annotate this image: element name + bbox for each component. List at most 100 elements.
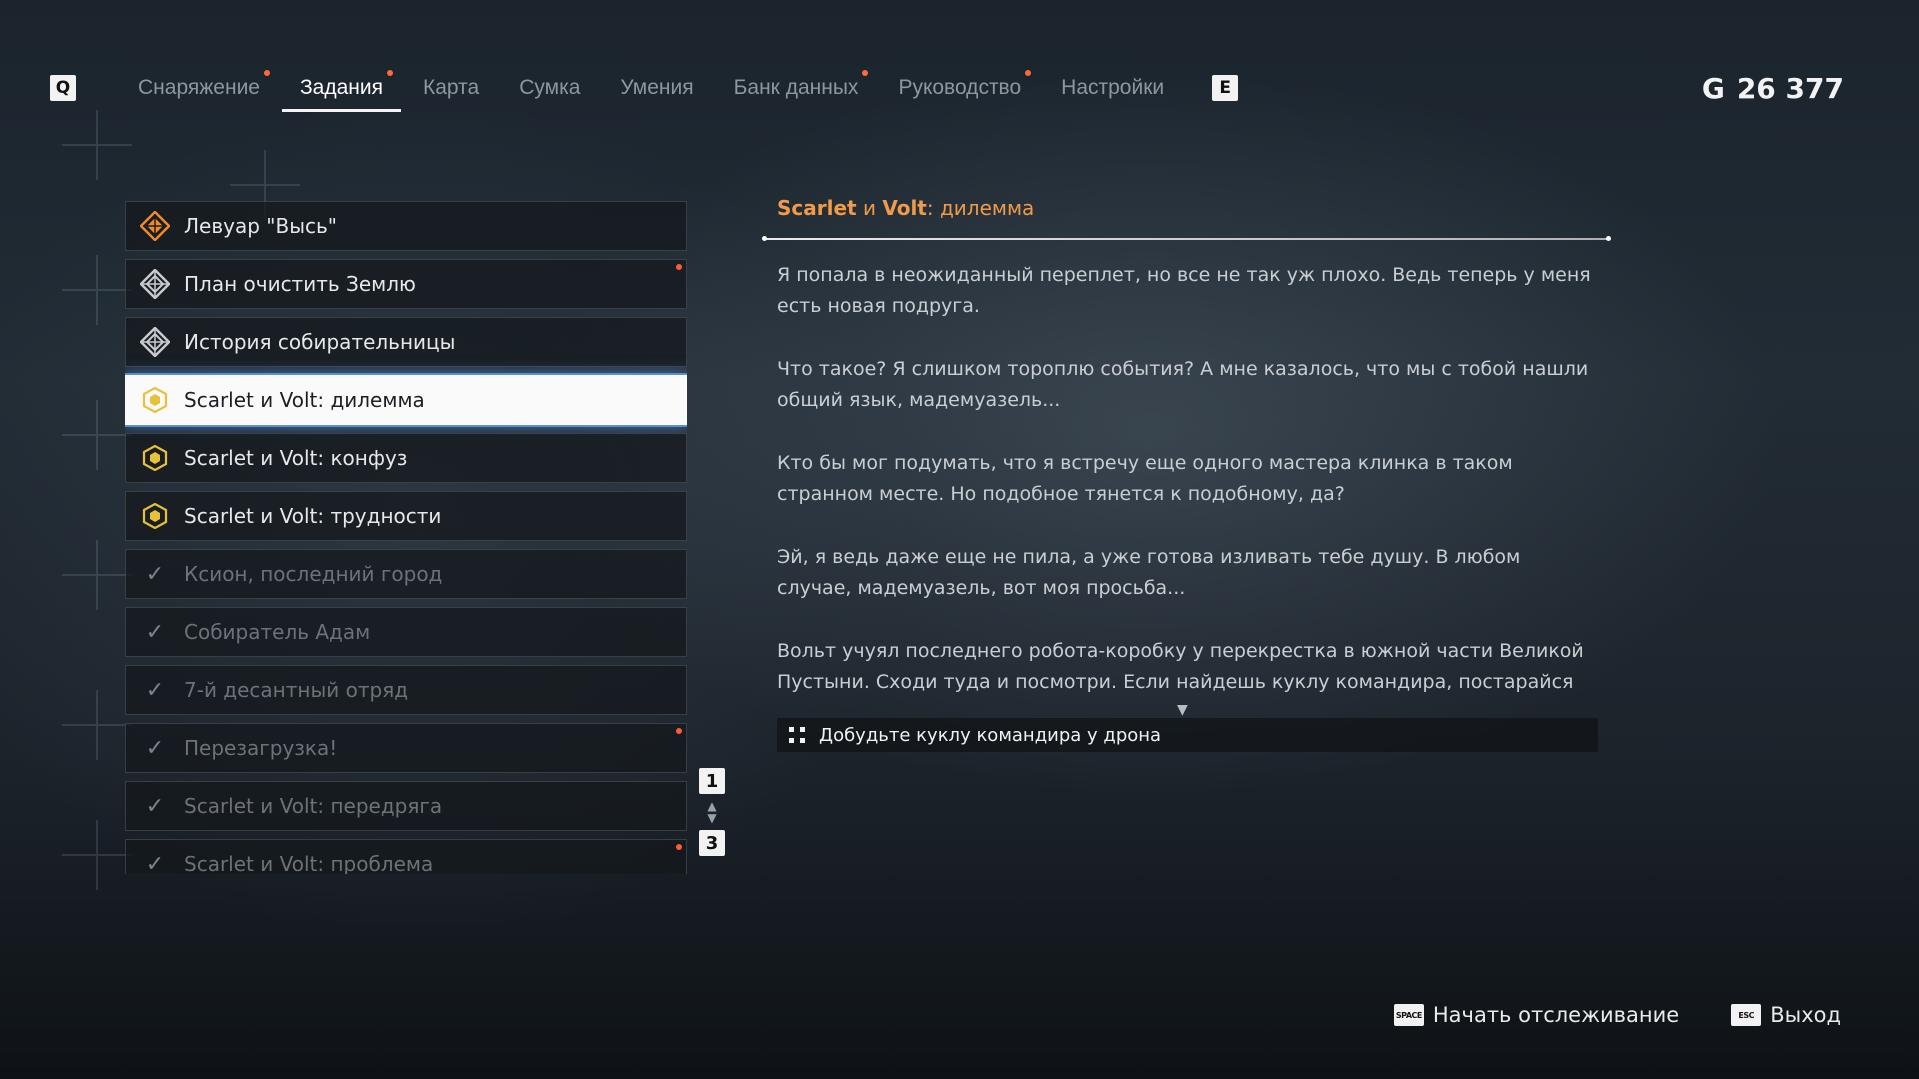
- quest-list: Левуар "Высь" План очистить Землю Истори…: [125, 201, 687, 874]
- scroll-down-key[interactable]: 3: [699, 830, 725, 856]
- tab-map[interactable]: Карта: [423, 62, 479, 114]
- request-quest-icon: [140, 443, 170, 473]
- quest-label: Scarlet и Volt: конфуз: [184, 446, 408, 470]
- request-quest-icon: [140, 501, 170, 531]
- tab-bag[interactable]: Сумка: [519, 62, 580, 114]
- notification-dot: [676, 728, 682, 734]
- tab-quests[interactable]: Задания: [282, 62, 401, 114]
- tab-label: Сумка: [519, 76, 581, 99]
- tab-label: Умения: [620, 76, 694, 99]
- tab-equipment[interactable]: Снаряжение: [138, 62, 270, 114]
- control-label: Выход: [1770, 1003, 1841, 1027]
- quest-item-completed[interactable]: ✓ Собиратель Адам: [125, 607, 687, 657]
- tab-label: Снаряжение: [138, 76, 260, 99]
- tab-databank[interactable]: Банк данных: [733, 62, 869, 114]
- scroll-down-indicator-icon[interactable]: ▼: [1177, 702, 1188, 718]
- quest-label: 7-й десантный отряд: [184, 678, 409, 702]
- notification-dot: [676, 844, 682, 850]
- tab-guide[interactable]: Руководство: [898, 62, 1032, 114]
- request-quest-icon: [140, 385, 170, 415]
- background-cross-decoration: [62, 400, 132, 470]
- notification-dot: [1025, 70, 1032, 76]
- quest-item-completed[interactable]: ✓ Scarlet и Volt: передряга: [125, 781, 687, 831]
- currency-display: G 26 377: [1702, 72, 1844, 105]
- currency-icon: G: [1701, 72, 1725, 105]
- quest-label: Ксион, последний город: [184, 562, 443, 586]
- description-paragraph: Я попала в неожиданный переплет, но все …: [777, 264, 1591, 317]
- quest-item-completed[interactable]: ✓ Ксион, последний город: [125, 549, 687, 599]
- check-icon: ✓: [145, 735, 165, 761]
- check-icon: ✓: [145, 619, 165, 645]
- background-cross-decoration: [62, 255, 132, 325]
- notification-dot: [676, 264, 682, 270]
- check-icon: ✓: [145, 793, 165, 819]
- background-cross-decoration: [62, 690, 132, 760]
- tab-label: Задания: [300, 76, 383, 99]
- quest-item-completed[interactable]: ✓ Перезагрузка!: [125, 723, 687, 773]
- currency-value: 26 377: [1736, 72, 1844, 105]
- next-tab-key[interactable]: E: [1212, 75, 1239, 101]
- top-navigation: Q Снаряжение Задания Карта Сумка Умения …: [50, 60, 1239, 116]
- quest-label: Scarlet и Volt: проблема: [184, 852, 434, 874]
- tab-skills[interactable]: Умения: [620, 62, 693, 114]
- main-quest-icon: [140, 211, 170, 241]
- bottom-controls: SPACE Начать отслеживание ESC Выход: [1393, 1003, 1841, 1027]
- background-cross-decoration: [62, 820, 132, 890]
- notification-dot: [862, 70, 869, 76]
- tab-label: Банк данных: [733, 76, 859, 99]
- title-part: и: [856, 196, 883, 220]
- quest-item-completed[interactable]: ✓ Scarlet и Volt: проблема: [125, 839, 687, 874]
- space-key-icon: SPACE: [1393, 1004, 1424, 1026]
- up-down-arrows-icon: ▲ ▼: [707, 799, 717, 825]
- quest-item[interactable]: История собирательницы: [125, 317, 687, 367]
- quest-label: История собирательницы: [184, 330, 456, 354]
- objective-label: Добудьте куклу командира у дрона: [819, 724, 1162, 746]
- quest-label: Scarlet и Volt: дилемма: [184, 388, 425, 412]
- quest-item[interactable]: План очистить Землю: [125, 259, 687, 309]
- quest-details-panel: Scarlet и Volt: дилемма Я попала в неожи…: [762, 196, 1611, 752]
- quest-details-title: Scarlet и Volt: дилемма: [777, 196, 1609, 226]
- quest-item-completed[interactable]: ✓ 7-й десантный отряд: [125, 665, 687, 715]
- esc-key-icon: ESC: [1731, 1004, 1762, 1026]
- list-pager: 1 ▲ ▼ 3: [698, 768, 726, 856]
- title-divider: [762, 236, 1611, 241]
- objective-icon: [789, 727, 805, 743]
- exit-button[interactable]: ESC Выход: [1731, 1003, 1841, 1027]
- description-paragraph: Кто бы мог подумать, что я встречу еще о…: [777, 452, 1513, 505]
- notification-dot: [387, 70, 393, 76]
- quest-objective: Добудьте куклу командира у дрона: [777, 718, 1598, 752]
- side-quest-icon: [140, 269, 170, 299]
- tab-label: Карта: [423, 76, 480, 99]
- quest-label: Собиратель Адам: [184, 620, 371, 644]
- quest-label: Перезагрузка!: [184, 736, 338, 760]
- start-tracking-button[interactable]: SPACE Начать отслеживание: [1393, 1003, 1680, 1027]
- quest-label: Scarlet и Volt: трудности: [184, 504, 442, 528]
- tab-settings[interactable]: Настройки: [1061, 62, 1164, 114]
- quest-item[interactable]: Левуар "Высь": [125, 201, 687, 251]
- tab-label: Руководство: [898, 76, 1022, 99]
- description-paragraph: Эй, я ведь даже еще не пила, а уже готов…: [777, 546, 1521, 599]
- scroll-up-key[interactable]: 1: [699, 768, 725, 794]
- background-cross-decoration: [62, 110, 132, 180]
- check-icon: ✓: [145, 851, 165, 875]
- prev-tab-key[interactable]: Q: [50, 75, 76, 101]
- tab-label: Настройки: [1061, 76, 1165, 99]
- notification-dot: [264, 70, 270, 76]
- background-cross-decoration: [62, 540, 132, 610]
- title-part: Scarlet: [777, 196, 857, 220]
- side-quest-icon: [140, 327, 170, 357]
- quest-item-selected[interactable]: Scarlet и Volt: дилемма: [125, 375, 687, 425]
- quest-item[interactable]: Scarlet и Volt: конфуз: [125, 433, 687, 483]
- title-part: : дилемма: [926, 196, 1035, 220]
- quest-description[interactable]: Я попала в неожиданный переплет, но все …: [777, 260, 1597, 700]
- check-icon: ✓: [145, 677, 165, 703]
- quest-item[interactable]: Scarlet и Volt: трудности: [125, 491, 687, 541]
- description-paragraph: Что такое? Я слишком тороплю события? А …: [777, 358, 1589, 411]
- control-label: Начать отслеживание: [1432, 1003, 1680, 1027]
- quest-label: Scarlet и Volt: передряга: [184, 794, 443, 818]
- quest-label: Левуар "Высь": [184, 214, 337, 238]
- title-part: Volt: [882, 196, 927, 220]
- description-paragraph: Вольт учуял последнего робота-коробку у …: [777, 640, 1584, 693]
- check-icon: ✓: [145, 561, 165, 587]
- quest-label: План очистить Землю: [184, 272, 416, 296]
